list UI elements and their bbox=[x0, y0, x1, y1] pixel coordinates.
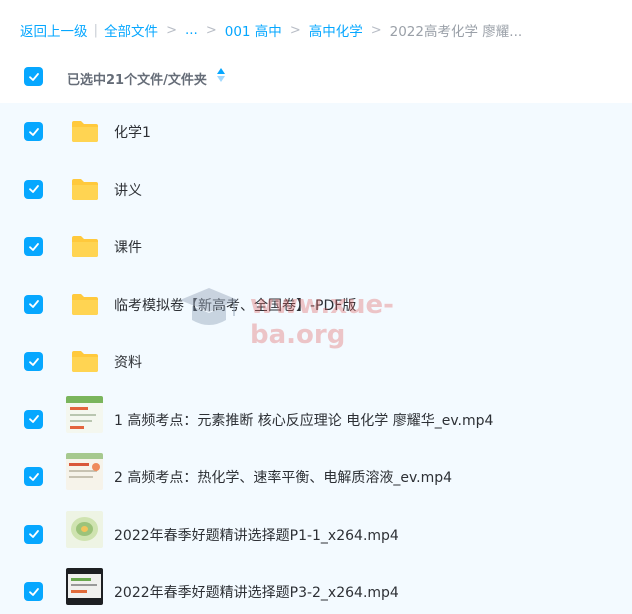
video-thumbnail bbox=[66, 395, 103, 433]
row-checkbox[interactable] bbox=[24, 122, 43, 141]
video-thumbnail bbox=[66, 453, 103, 490]
file-row[interactable]: 2022年春季好题精讲选择题P3-2_x264.mp4 bbox=[0, 563, 632, 614]
chevron-right-icon: > bbox=[166, 22, 177, 38]
selection-header: 已选中21个文件/文件夹 bbox=[0, 56, 632, 100]
folder-row[interactable]: 化学1 bbox=[0, 103, 632, 161]
folder-icon bbox=[72, 121, 98, 142]
sort-icon[interactable] bbox=[216, 67, 226, 83]
check-icon bbox=[28, 185, 39, 193]
back-link[interactable]: 返回上一级 bbox=[20, 20, 88, 40]
file-name[interactable]: 1 高频考点：元素推断 核心反应理论 电化学 廖耀华_ev.mp4 bbox=[114, 410, 493, 430]
folder-row[interactable]: 资料 bbox=[0, 333, 632, 391]
row-checkbox[interactable] bbox=[24, 237, 43, 256]
check-icon bbox=[28, 127, 39, 136]
row-checkbox[interactable] bbox=[24, 294, 43, 314]
file-name[interactable]: 临考模拟卷【新高考、全国卷】-PDF版 bbox=[114, 295, 356, 315]
chevron-right-icon: > bbox=[370, 22, 382, 38]
file-row[interactable]: 2 高频考点：热化学、速率平衡、电解质溶液_ev.mp4 bbox=[0, 448, 632, 506]
breadcrumb-all-files[interactable]: 全部文件 bbox=[104, 20, 158, 40]
file-name[interactable]: 资料 bbox=[114, 352, 142, 372]
file-name[interactable]: 2022年春季好题精讲选择题P3-2_x264.mp4 bbox=[114, 582, 399, 602]
file-name[interactable]: 2022年春季好题精讲选择题P1-1_x264.mp4 bbox=[114, 525, 399, 545]
file-name[interactable]: 课件 bbox=[114, 237, 142, 257]
breadcrumb-current: 2022高考化学 廖耀... bbox=[389, 24, 523, 40]
video-thumbnail bbox=[66, 568, 103, 605]
folder-row[interactable]: 临考模拟卷【新高考、全国卷】-PDF版 bbox=[0, 276, 632, 334]
select-all-checkbox[interactable] bbox=[24, 67, 43, 86]
check-icon bbox=[28, 472, 39, 481]
check-icon bbox=[28, 357, 39, 366]
video-thumbnail bbox=[66, 510, 103, 548]
folder-row[interactable]: 课件 bbox=[0, 218, 632, 276]
check-icon bbox=[28, 300, 39, 308]
row-checkbox[interactable] bbox=[24, 582, 43, 601]
folder-icon bbox=[72, 178, 98, 200]
folder-icon bbox=[72, 351, 98, 372]
folder-icon bbox=[72, 236, 98, 257]
row-checkbox[interactable] bbox=[24, 352, 43, 371]
breadcrumb: 返回上一级 | 全部文件 > ... > 001 高中 > 高中化学 > 202… bbox=[20, 20, 522, 40]
breadcrumb-divider: | bbox=[93, 22, 99, 38]
check-icon bbox=[28, 242, 39, 251]
check-icon bbox=[28, 530, 39, 538]
row-checkbox[interactable] bbox=[24, 467, 43, 486]
file-row[interactable]: 2022年春季好题精讲选择题P1-1_x264.mp4 bbox=[0, 506, 632, 564]
file-name[interactable]: 2 高频考点：热化学、速率平衡、电解质溶液_ev.mp4 bbox=[114, 467, 452, 487]
check-icon bbox=[28, 72, 39, 81]
file-name[interactable]: 讲义 bbox=[114, 180, 142, 200]
row-checkbox[interactable] bbox=[24, 179, 43, 199]
selected-count-label: 已选中21个文件/文件夹 bbox=[67, 72, 207, 88]
chevron-right-icon: > bbox=[205, 22, 217, 38]
check-icon bbox=[28, 415, 39, 423]
row-checkbox[interactable] bbox=[24, 524, 43, 544]
breadcrumb-ellipsis[interactable]: ... bbox=[185, 22, 198, 38]
breadcrumb-level1[interactable]: 001 高中 bbox=[225, 20, 282, 40]
chevron-right-icon: > bbox=[289, 22, 301, 38]
file-row[interactable]: 1 高频考点：元素推断 核心反应理论 电化学 廖耀华_ev.mp4 bbox=[0, 391, 632, 449]
check-icon bbox=[28, 587, 39, 596]
breadcrumb-level2[interactable]: 高中化学 bbox=[309, 20, 363, 40]
folder-row[interactable]: 讲义 bbox=[0, 161, 632, 219]
file-list: 化学1 讲义课件临考模拟卷【新高考、全国卷】-PDF版 资料 1 高频考点：元素推断 … bbox=[0, 103, 632, 614]
folder-icon bbox=[72, 293, 98, 315]
row-checkbox[interactable] bbox=[24, 409, 43, 429]
file-name[interactable]: 化学1 bbox=[114, 122, 151, 142]
